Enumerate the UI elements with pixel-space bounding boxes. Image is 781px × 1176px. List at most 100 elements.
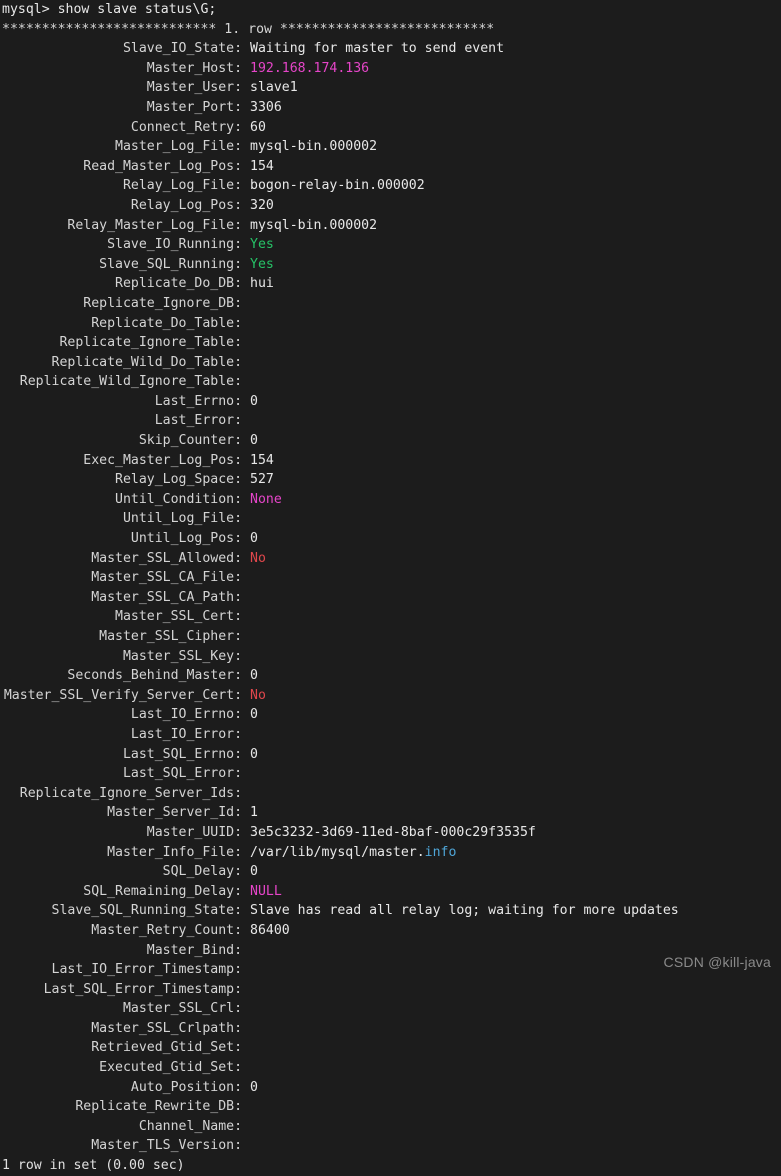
status-field-value bbox=[250, 784, 781, 804]
status-field-value bbox=[250, 411, 781, 431]
status-field-label: Replicate_Wild_Do_Table: bbox=[51, 354, 250, 370]
status-field-row: Relay_Log_Space: 527 bbox=[0, 470, 781, 490]
status-field-value: 0 bbox=[250, 433, 258, 449]
status-field-row: Read_Master_Log_Pos: 154 bbox=[0, 157, 781, 177]
status-field-row: Relay_Master_Log_File: mysql-bin.000002 bbox=[0, 216, 781, 236]
status-field-label: Master_SSL_Verify_Server_Cert: bbox=[3, 687, 250, 703]
path-extension: info bbox=[424, 844, 457, 860]
status-field-label: Connect_Retry: bbox=[130, 119, 250, 135]
status-field-label: Retrieved_Gtid_Set: bbox=[91, 1040, 250, 1056]
watermark-label: CSDN @kill-java bbox=[663, 954, 771, 970]
status-field-label: Master_Port: bbox=[146, 99, 250, 115]
status-field-label: Master_Bind: bbox=[146, 942, 250, 958]
status-field-value: 192.168.174.136 bbox=[250, 60, 370, 76]
status-field-label: Last_SQL_Error: bbox=[122, 766, 250, 782]
status-field-value bbox=[250, 1097, 781, 1117]
status-field-row: Last_IO_Error: bbox=[0, 725, 781, 745]
status-field-row: Channel_Name: bbox=[0, 1117, 781, 1137]
status-field-row: Relay_Log_File: bogon-relay-bin.000002 bbox=[0, 176, 781, 196]
status-field-label: Slave_SQL_Running: bbox=[99, 256, 250, 272]
status-field-value bbox=[250, 568, 781, 588]
status-field-label: Replicate_Rewrite_DB: bbox=[75, 1099, 250, 1115]
status-field-value: 154 bbox=[250, 158, 274, 174]
status-field-label: Slave_SQL_Running_State: bbox=[51, 903, 250, 919]
status-field-label: Master_SSL_CA_Path: bbox=[91, 589, 250, 605]
status-field-value: Yes bbox=[250, 237, 274, 253]
status-field-row: Master_SSL_Verify_Server_Cert: No bbox=[0, 686, 781, 706]
status-field-value bbox=[250, 294, 781, 314]
status-field-row: Executed_Gtid_Set: bbox=[0, 1058, 781, 1078]
status-field-label: Master_Info_File: bbox=[107, 844, 250, 860]
status-field-label: Until_Log_Pos: bbox=[130, 531, 250, 547]
status-field-label: Last_Errno: bbox=[154, 393, 250, 409]
status-field-value bbox=[250, 764, 781, 784]
status-field-row: Master_User: slave1 bbox=[0, 78, 781, 98]
status-field-label: Last_IO_Error: bbox=[130, 726, 250, 742]
status-field-value: 86400 bbox=[250, 922, 290, 938]
status-field-value bbox=[250, 1019, 781, 1039]
status-field-label: Master_UUID: bbox=[146, 824, 250, 840]
status-field-value bbox=[250, 353, 781, 373]
status-field-row: Last_Error: bbox=[0, 411, 781, 431]
status-field-value: 3306 bbox=[250, 99, 282, 115]
status-field-value bbox=[250, 1117, 781, 1137]
status-field-value: 0 bbox=[250, 531, 258, 547]
status-field-label: Master_SSL_Crl: bbox=[122, 1001, 250, 1017]
status-field-label: Replicate_Ignore_Server_Ids: bbox=[19, 785, 250, 801]
status-field-label: Master_Server_Id: bbox=[107, 805, 250, 821]
status-field-value: 0 bbox=[250, 1079, 258, 1095]
status-field-value bbox=[250, 333, 781, 353]
status-field-label: Slave_IO_Running: bbox=[107, 237, 250, 253]
status-field-row: Replicate_Wild_Do_Table: bbox=[0, 353, 781, 373]
status-field-label: SQL_Remaining_Delay: bbox=[83, 883, 250, 899]
status-field-label: Last_IO_Error_Timestamp: bbox=[51, 962, 250, 978]
status-field-value: 154 bbox=[250, 452, 274, 468]
status-field-row: Replicate_Ignore_Server_Ids: bbox=[0, 784, 781, 804]
status-field-label: Last_IO_Errno: bbox=[130, 707, 250, 723]
row-separator-line: *************************** 1. row *****… bbox=[2, 21, 495, 37]
status-field-value bbox=[250, 647, 781, 667]
status-field-label: Relay_Log_Space: bbox=[115, 472, 250, 488]
status-field-value bbox=[250, 1058, 781, 1078]
status-field-value bbox=[250, 509, 781, 529]
status-field-label: Skip_Counter: bbox=[138, 433, 250, 449]
status-field-label: Until_Condition: bbox=[115, 491, 250, 507]
status-field-row: SQL_Delay: 0 bbox=[0, 862, 781, 882]
status-field-value: 527 bbox=[250, 472, 274, 488]
status-field-value: NULL bbox=[250, 883, 282, 899]
status-field-value: No bbox=[250, 687, 266, 703]
status-field-row: Slave_IO_State: Waiting for master to se… bbox=[0, 39, 781, 59]
terminal-window[interactable]: mysql> show slave status\G; ************… bbox=[0, 0, 781, 1173]
status-field-row: Replicate_Ignore_Table: bbox=[0, 333, 781, 353]
path-prefix: /var/lib/mysql/master. bbox=[250, 844, 425, 860]
status-field-row: Last_SQL_Errno: 0 bbox=[0, 745, 781, 765]
status-field-row: Master_Retry_Count: 86400 bbox=[0, 921, 781, 941]
status-field-label: Replicate_Ignore_DB: bbox=[83, 295, 250, 311]
status-field-label: Master_SSL_Allowed: bbox=[91, 550, 250, 566]
status-field-label: Master_SSL_CA_File: bbox=[91, 570, 250, 586]
status-field-row: Master_SSL_CA_Path: bbox=[0, 588, 781, 608]
status-field-row: Last_Errno: 0 bbox=[0, 392, 781, 412]
status-field-row: Master_SSL_Cipher: bbox=[0, 627, 781, 647]
status-field-label: Relay_Master_Log_File: bbox=[67, 217, 250, 233]
status-field-value: bogon-relay-bin.000002 bbox=[250, 178, 425, 194]
status-field-value bbox=[250, 607, 781, 627]
status-field-row: Master_Info_File: /var/lib/mysql/master.… bbox=[0, 843, 781, 863]
status-field-label: Relay_Log_File: bbox=[122, 178, 250, 194]
status-field-value bbox=[250, 588, 781, 608]
command-prompt-line: mysql> show slave status\G; bbox=[2, 2, 217, 17]
status-field-value: 0 bbox=[250, 746, 258, 762]
status-field-label: Master_Host: bbox=[146, 60, 250, 76]
status-field-row: Master_UUID: 3e5c3232-3d69-11ed-8baf-000… bbox=[0, 823, 781, 843]
status-field-row: Master_Log_File: mysql-bin.000002 bbox=[0, 137, 781, 157]
status-field-value bbox=[250, 627, 781, 647]
status-field-value: /var/lib/mysql/master.info bbox=[250, 843, 781, 863]
status-field-row: Replicate_Do_DB: hui bbox=[0, 274, 781, 294]
status-field-row: Last_SQL_Error_Timestamp: bbox=[0, 980, 781, 1000]
status-field-value: Slave has read all relay log; waiting fo… bbox=[250, 903, 679, 919]
status-field-label: Last_SQL_Errno: bbox=[122, 746, 250, 762]
status-field-value: 0 bbox=[250, 864, 258, 880]
status-field-label: SQL_Delay: bbox=[162, 864, 250, 880]
status-field-value bbox=[250, 1136, 781, 1156]
status-field-label: Exec_Master_Log_Pos: bbox=[83, 452, 250, 468]
